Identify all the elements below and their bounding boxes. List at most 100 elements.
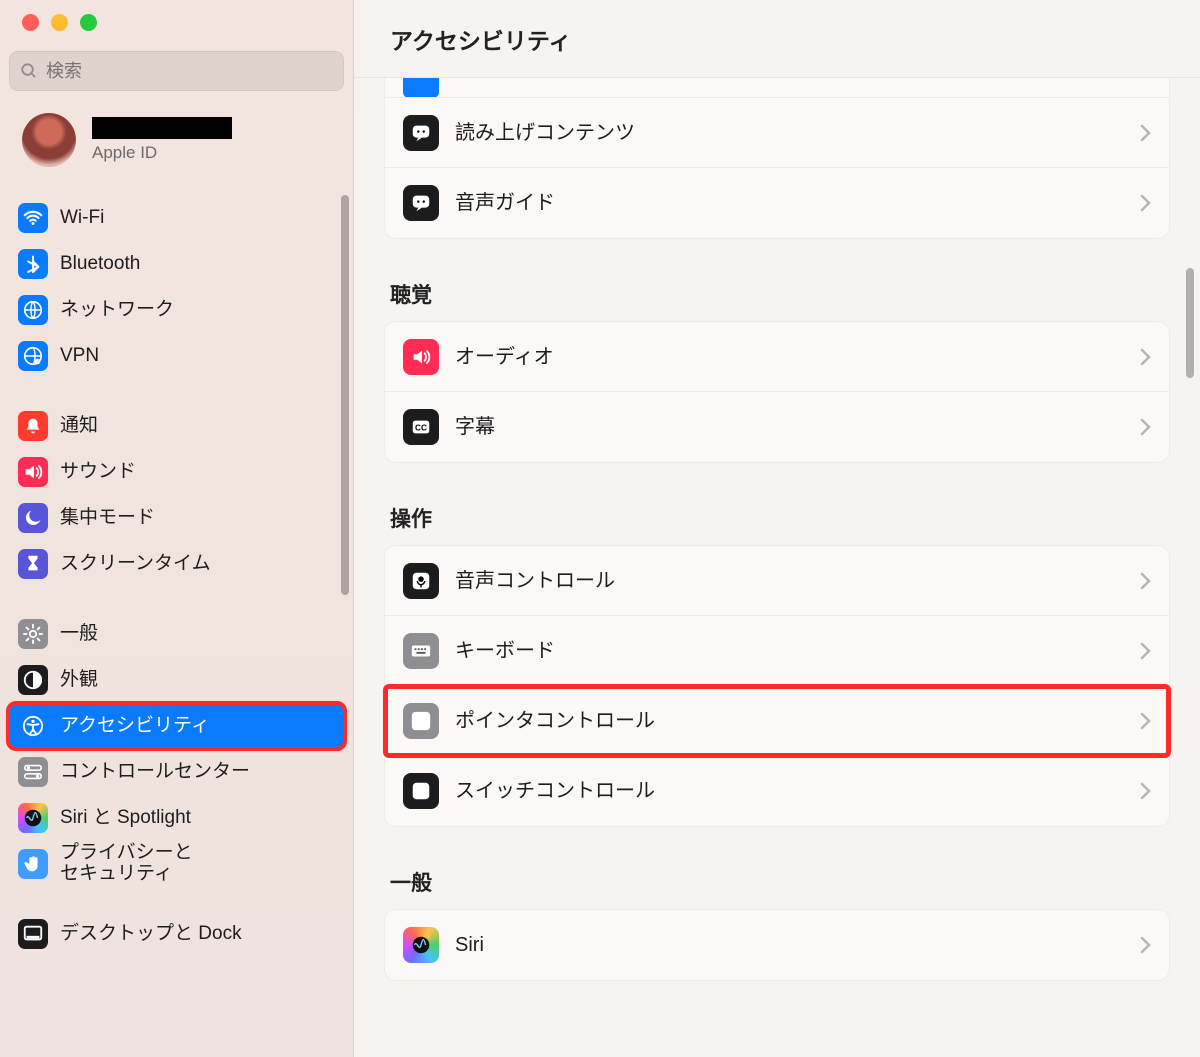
settings-row-audio[interactable]: オーディオ — [385, 322, 1169, 392]
sidebar-item-label: アクセシビリティ — [60, 716, 210, 737]
sidebar-item-label: スクリーンタイム — [60, 554, 211, 575]
sidebar-item-appearance[interactable]: 外観 — [8, 657, 345, 703]
settings-row-label: 読み上げコンテンツ — [455, 122, 1123, 144]
general-icon — [18, 619, 48, 649]
chevron-right-icon — [1139, 124, 1151, 142]
minimize-window-button[interactable] — [51, 14, 68, 31]
sidebar-item-controlcenter[interactable]: コントロールセンター — [8, 749, 345, 795]
avatar — [22, 113, 76, 167]
siri-icon — [18, 803, 48, 833]
sidebar-item-privacy[interactable]: プライバシーと セキュリティ — [8, 841, 345, 887]
settings-row-label: ポインタコントロール — [455, 710, 1123, 732]
sidebar-item-siri[interactable]: Siri と Spotlight — [8, 795, 345, 841]
sidebar-item-sound[interactable]: サウンド — [8, 449, 345, 495]
settings-row-captions[interactable]: 字幕 — [385, 392, 1169, 462]
notifications-icon — [18, 411, 48, 441]
search-input[interactable] — [46, 61, 333, 82]
spoken-icon — [403, 115, 439, 151]
sidebar-item-label: VPN — [60, 346, 99, 367]
sidebar-scrollbar[interactable] — [341, 195, 349, 595]
appearance-icon — [18, 665, 48, 695]
sidebar-item-label: Bluetooth — [60, 254, 140, 275]
pointer-icon — [403, 703, 439, 739]
settings-row-switch[interactable]: スイッチコントロール — [385, 756, 1169, 826]
settings-row-label: キーボード — [455, 640, 1123, 662]
chevron-right-icon — [1139, 712, 1151, 730]
network-icon — [18, 295, 48, 325]
sound-icon — [18, 457, 48, 487]
sidebar-item-focus[interactable]: 集中モード — [8, 495, 345, 541]
wifi-icon — [18, 203, 48, 233]
sidebar-item-wifi[interactable]: Wi-Fi — [8, 195, 345, 241]
sidebar-item-desktop[interactable]: デスクトップと Dock — [8, 911, 345, 957]
sidebar-item-accessibility[interactable]: アクセシビリティ — [8, 703, 345, 749]
chevron-right-icon — [1139, 782, 1151, 800]
main-pane: アクセシビリティ 読み上げコンテンツ音声ガイド聴覚オーディオ字幕操作音声コントロ… — [354, 0, 1200, 1057]
sidebar: Apple ID Wi-Fi Bluetooth ネットワーク VPN 通知サウンド集中… — [0, 0, 354, 1057]
sidebar-item-label: 通知 — [60, 416, 98, 437]
chevron-right-icon — [1139, 642, 1151, 660]
accessibility-icon — [18, 711, 48, 741]
settings-card: オーディオ字幕 — [384, 321, 1170, 463]
screentime-icon — [18, 549, 48, 579]
siri2-icon — [403, 927, 439, 963]
switch-icon — [403, 773, 439, 809]
sidebar-item-label: 外観 — [60, 670, 98, 691]
settings-row-siri2[interactable]: Siri — [385, 910, 1169, 980]
audio-icon — [403, 339, 439, 375]
settings-row-label: Siri — [455, 934, 1123, 956]
page-title: アクセシビリティ — [390, 22, 571, 56]
close-window-button[interactable] — [22, 14, 39, 31]
sidebar-item-bluetooth[interactable]: Bluetooth — [8, 241, 345, 287]
settings-row-descriptions[interactable]: 音声ガイド — [385, 168, 1169, 238]
settings-row-label: 音声ガイド — [455, 192, 1123, 214]
settings-card: 音声コントロールキーボードポインタコントロールスイッチコントロール — [384, 545, 1170, 827]
desktop-icon — [18, 919, 48, 949]
content: 読み上げコンテンツ音声ガイド聴覚オーディオ字幕操作音声コントロールキーボードポイ… — [354, 78, 1200, 1057]
settings-row-label: 音声コントロール — [455, 570, 1123, 592]
settings-row-voicecontrol[interactable]: 音声コントロール — [385, 546, 1169, 616]
vpn-icon — [18, 341, 48, 371]
sidebar-item-label: プライバシーと セキュリティ — [60, 843, 193, 885]
bluetooth-icon — [18, 249, 48, 279]
settings-row-spoken[interactable]: 読み上げコンテンツ — [385, 98, 1169, 168]
sidebar-item-network[interactable]: ネットワーク — [8, 287, 345, 333]
content-scrollbar[interactable] — [1186, 268, 1194, 378]
sidebar-item-notifications[interactable]: 通知 — [8, 403, 345, 449]
account-name-redacted — [92, 117, 232, 139]
settings-row-pointer[interactable]: ポインタコントロール — [385, 686, 1169, 756]
sidebar-item-label: Siri と Spotlight — [60, 808, 191, 829]
sidebar-item-screentime[interactable]: スクリーンタイム — [8, 541, 345, 587]
descriptions-icon — [403, 185, 439, 221]
keyboard-icon — [403, 633, 439, 669]
voicecontrol-icon — [403, 563, 439, 599]
sidebar-item-label: サウンド — [60, 462, 136, 483]
section-title: 聴覚 — [390, 279, 1164, 309]
sidebar-item-label: コントロールセンター — [60, 762, 250, 783]
focus-icon — [18, 503, 48, 533]
sidebar-item-general[interactable]: 一般 — [8, 611, 345, 657]
search-field[interactable] — [9, 51, 344, 91]
settings-row-keyboard[interactable]: キーボード — [385, 616, 1169, 686]
settings-row-label: スイッチコントロール — [455, 780, 1123, 802]
window-controls — [0, 14, 353, 31]
sidebar-item-label: 集中モード — [60, 508, 155, 529]
toolbar: アクセシビリティ — [354, 0, 1200, 78]
apple-id-row[interactable]: Apple ID — [0, 113, 353, 195]
section-title: 操作 — [390, 503, 1164, 533]
controlcenter-icon — [18, 757, 48, 787]
sidebar-item-vpn[interactable]: VPN — [8, 333, 345, 379]
chevron-right-icon — [1139, 194, 1151, 212]
partial-row-icon — [403, 78, 439, 98]
search-icon — [20, 62, 38, 80]
sidebar-item-label: Wi-Fi — [60, 208, 104, 229]
zoom-window-button[interactable] — [80, 14, 97, 31]
sidebar-item-label: 一般 — [60, 624, 98, 645]
account-sub: Apple ID — [92, 143, 232, 163]
settings-card: Siri — [384, 909, 1170, 981]
privacy-icon — [18, 849, 48, 879]
sidebar-item-label: デスクトップと Dock — [60, 924, 242, 945]
chevron-right-icon — [1139, 348, 1151, 366]
chevron-right-icon — [1139, 936, 1151, 954]
chevron-right-icon — [1139, 418, 1151, 436]
